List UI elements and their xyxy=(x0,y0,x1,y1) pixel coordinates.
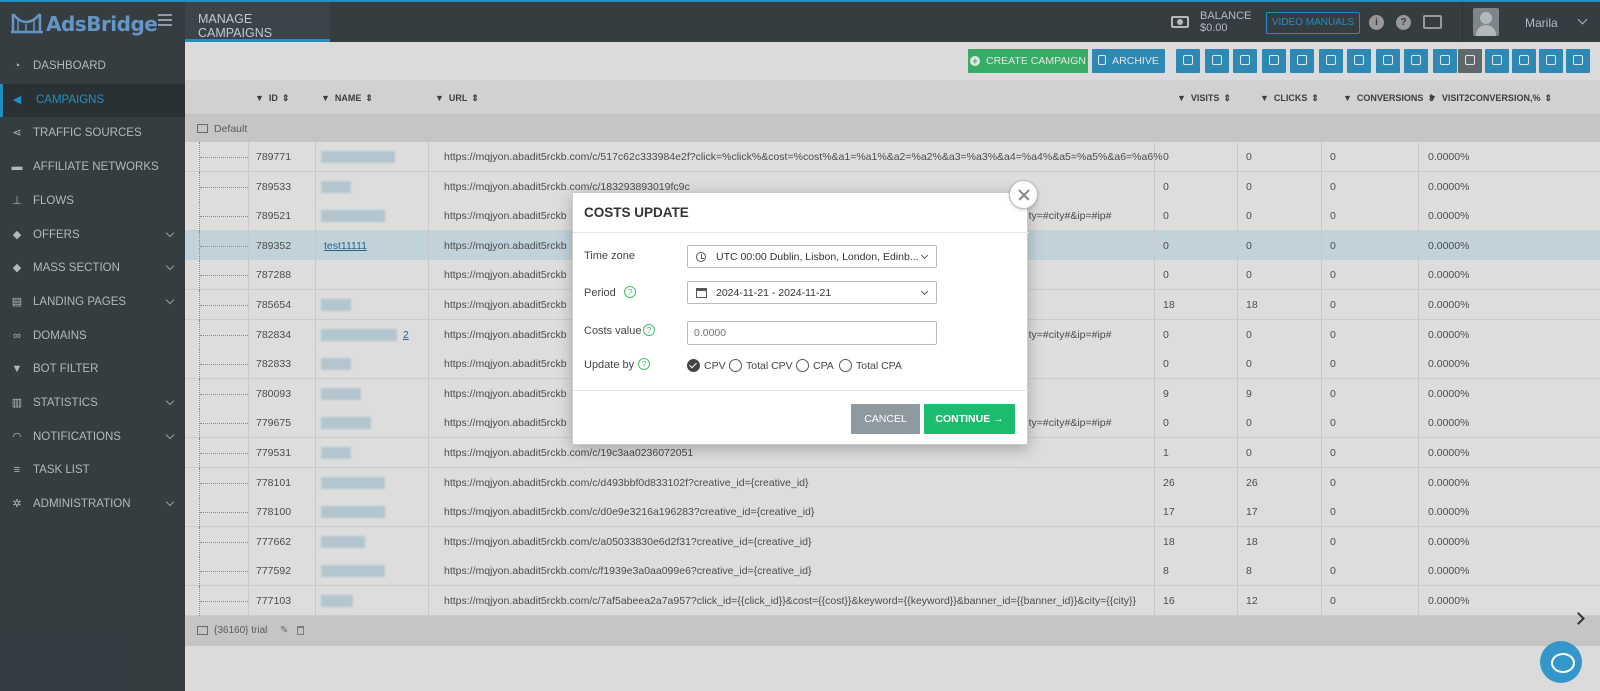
divider xyxy=(573,390,1029,391)
timezone-value: UTC 00:00 Dublin, Lisbon, London, Edinb.… xyxy=(716,251,919,263)
period-value: 2024-11-21 - 2024-11-21 xyxy=(716,287,832,299)
timezone-select[interactable]: UTC 00:00 Dublin, Lisbon, London, Edinb.… xyxy=(687,245,937,268)
period-label: Period xyxy=(584,287,616,299)
modal-title: COSTS UPDATE xyxy=(584,205,689,220)
option-label: CPV xyxy=(704,360,726,372)
timezone-label: Time zone xyxy=(584,250,635,262)
divider xyxy=(573,232,1029,233)
chevron-down-icon xyxy=(920,251,929,260)
radio-icon xyxy=(796,359,809,372)
costs-value-label: Costs value xyxy=(584,325,642,337)
costs-value-input[interactable] xyxy=(687,321,937,345)
cancel-button[interactable]: CANCEL xyxy=(851,404,920,434)
option-label: CPA xyxy=(813,360,834,372)
period-picker[interactable]: 2024-11-21 - 2024-11-21 xyxy=(687,281,937,304)
help-icon[interactable]: ? xyxy=(624,286,636,298)
radio-icon xyxy=(729,359,742,372)
update-by-label: Update by xyxy=(584,359,635,371)
calendar-icon xyxy=(696,288,707,298)
help-icon[interactable]: ? xyxy=(638,358,650,370)
radio-icon xyxy=(839,359,852,372)
costs-update-modal: COSTS UPDATE Time zone UTC 00:00 Dublin,… xyxy=(572,192,1029,445)
option-label: Total CPA xyxy=(856,360,902,372)
radio-icon xyxy=(687,359,700,372)
close-icon[interactable] xyxy=(1009,180,1038,209)
continue-button[interactable]: CONTINUE → xyxy=(924,404,1015,434)
chat-icon[interactable] xyxy=(1540,641,1582,683)
clock-icon xyxy=(696,252,706,262)
chevron-down-icon xyxy=(920,287,929,296)
option-label: Total CPV xyxy=(746,360,793,372)
help-icon[interactable]: ? xyxy=(643,324,655,336)
